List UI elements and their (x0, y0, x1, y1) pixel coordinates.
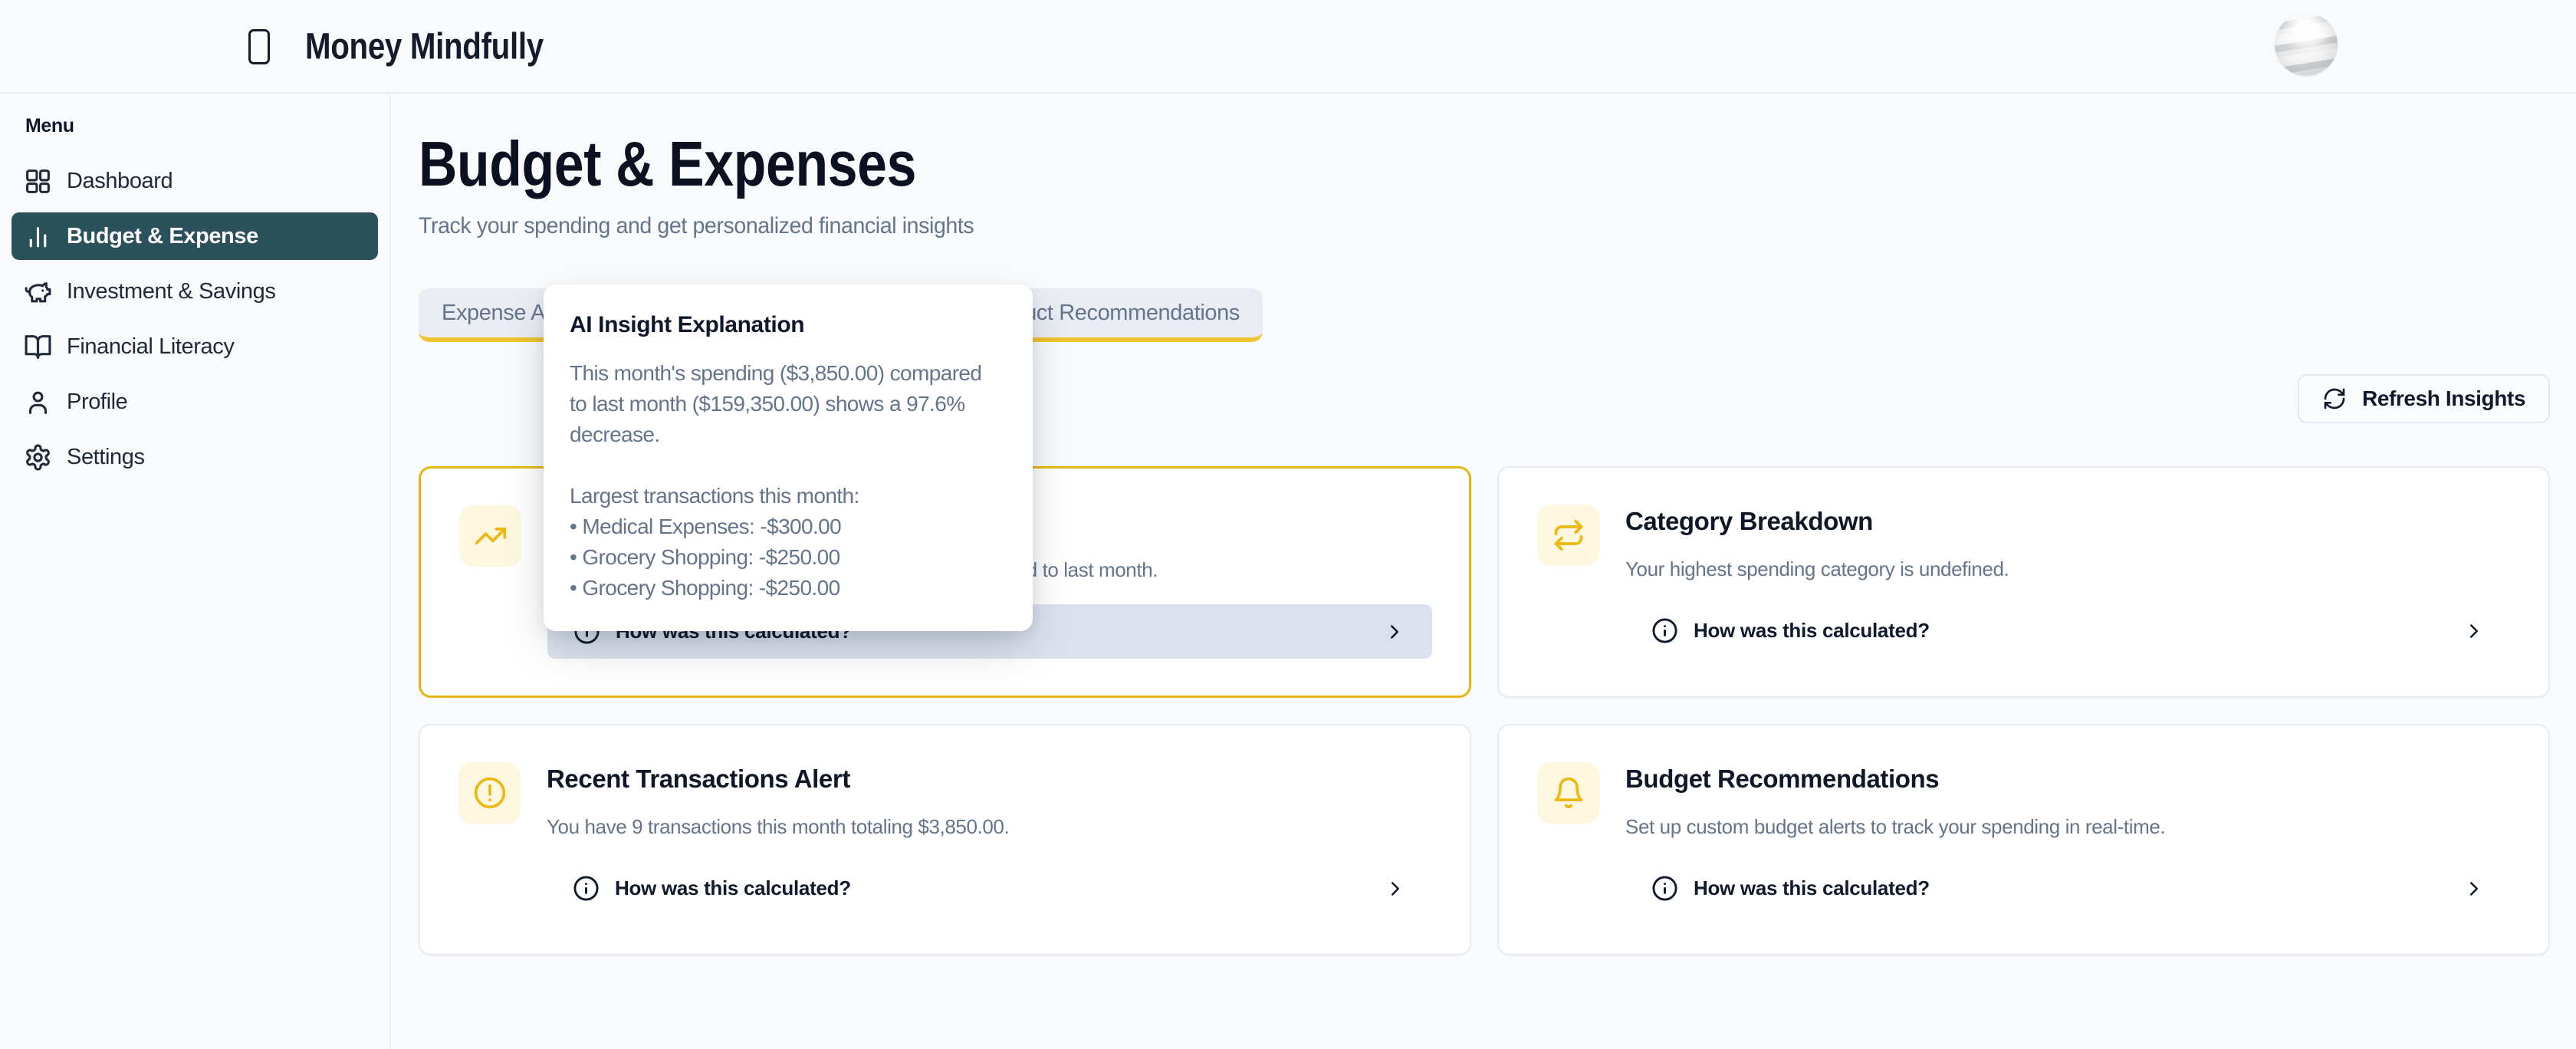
how-calculated-button[interactable]: How was this calculated? (1625, 861, 2512, 916)
refresh-icon (2322, 386, 2347, 411)
piggy-bank-icon (24, 278, 52, 306)
card-title: Budget Recommendations (1625, 762, 2512, 796)
app-title: Money Mindfully (305, 26, 544, 68)
card-description: Set up custom budget alerts to track you… (1625, 814, 2512, 840)
how-calculated-button[interactable]: How was this calculated? (1625, 603, 2512, 658)
sidebar-item-investment-savings[interactable]: Investment & Savings (12, 268, 378, 315)
sidebar-item-label: Dashboard (67, 169, 172, 194)
category-breakdown-card: Category Breakdown Your highest spending… (1497, 466, 2550, 698)
gear-icon (24, 443, 52, 472)
how-calculated-button[interactable]: How was this calculated? (547, 861, 1433, 916)
sidebar-toggle-icon[interactable] (248, 29, 270, 64)
budget-recommendations-card: Budget Recommendations Set up custom bud… (1497, 724, 2550, 955)
info-icon (1651, 875, 1678, 902)
book-open-icon (24, 333, 52, 361)
page-title: Budget & Expenses (419, 127, 2231, 201)
card-description: You have 9 transactions this month total… (547, 814, 1433, 840)
repeat-icon (1537, 505, 1599, 566)
sidebar-item-label: Budget & Expense (67, 224, 258, 249)
user-icon (24, 388, 52, 416)
card-title: Recent Transactions Alert (547, 762, 1433, 796)
chevron-right-icon (1384, 877, 1407, 900)
sidebar-item-label: Settings (67, 445, 145, 470)
sidebar-item-dashboard[interactable]: Dashboard (12, 157, 378, 205)
sidebar: Menu Dashboard Budget & Expense Investme… (0, 94, 391, 1049)
info-icon (573, 875, 600, 902)
sidebar-item-settings[interactable]: Settings (12, 433, 378, 481)
main-content: Budget & Expenses Track your spending an… (393, 95, 2576, 1049)
app-header: Money Mindfully (0, 0, 2576, 94)
sidebar-item-profile[interactable]: Profile (12, 378, 378, 426)
info-icon (1651, 617, 1678, 644)
bell-icon (1537, 762, 1599, 824)
bar-chart-icon (24, 222, 52, 251)
avatar[interactable] (2275, 13, 2338, 76)
chevron-right-icon (1383, 620, 1406, 643)
refresh-insights-button[interactable]: Refresh Insights (2298, 374, 2550, 423)
tooltip-body: This month's spending ($3,850.00) compar… (570, 358, 1007, 603)
dashboard-icon (24, 167, 52, 196)
chevron-right-icon (2463, 877, 2486, 900)
refresh-insights-label: Refresh Insights (2362, 386, 2525, 411)
page-subtitle: Track your spending and get personalized… (419, 213, 2468, 239)
trending-up-icon (459, 505, 521, 567)
sidebar-item-budget-expense[interactable]: Budget & Expense (12, 212, 378, 260)
card-description: Your highest spending category is undefi… (1625, 556, 2512, 582)
sidebar-item-financial-literacy[interactable]: Financial Literacy (12, 323, 378, 370)
sidebar-item-label: Investment & Savings (67, 279, 275, 304)
alert-circle-icon (458, 762, 521, 824)
ai-insight-tooltip: AI Insight Explanation This month's spen… (544, 284, 1033, 631)
sidebar-item-label: Financial Literacy (67, 334, 234, 360)
recent-transactions-card: Recent Transactions Alert You have 9 tra… (419, 724, 1471, 955)
how-calculated-label: How was this calculated? (1694, 619, 1930, 643)
card-title: Category Breakdown (1625, 505, 2512, 538)
tooltip-title: AI Insight Explanation (570, 312, 1007, 338)
sidebar-item-label: Profile (67, 390, 127, 415)
how-calculated-label: How was this calculated? (1694, 876, 1930, 900)
sidebar-nav: Dashboard Budget & Expense Investment & … (12, 157, 378, 481)
menu-label: Menu (25, 115, 389, 137)
chevron-right-icon (2463, 620, 2486, 643)
how-calculated-label: How was this calculated? (615, 876, 851, 900)
